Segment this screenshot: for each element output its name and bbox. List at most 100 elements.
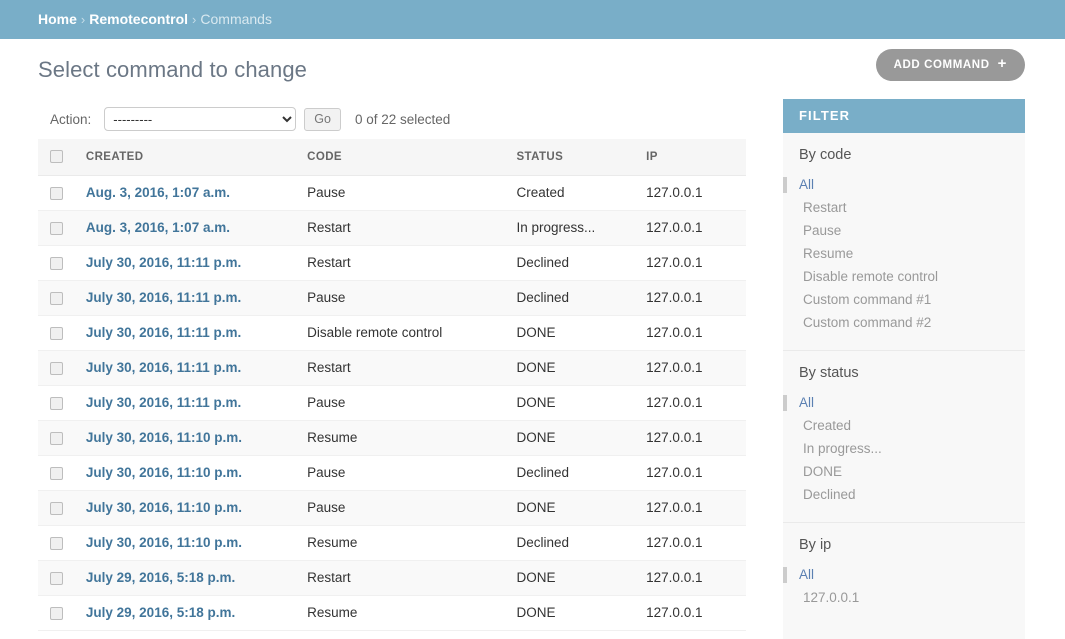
cell-created: July 30, 2016, 11:11 p.m. (85, 385, 308, 421)
cell-status: DONE (516, 560, 647, 596)
row-created-link[interactable]: July 30, 2016, 11:11 p.m. (86, 360, 241, 375)
filter-item[interactable]: 127.0.0.1 (783, 590, 1025, 606)
filter-item-link[interactable]: Pause (803, 223, 841, 238)
cell-ip: 127.0.0.1 (646, 175, 746, 211)
filter-item[interactable]: Custom command #1 (783, 292, 1025, 308)
row-created-link[interactable]: July 30, 2016, 11:10 p.m. (86, 500, 242, 515)
filter-item[interactable]: Declined (783, 487, 1025, 503)
filter-item[interactable]: All (783, 177, 1025, 193)
row-created-link[interactable]: July 30, 2016, 11:10 p.m. (86, 465, 242, 480)
row-checkbox[interactable] (50, 221, 63, 235)
filter-item[interactable]: Restart (783, 200, 1025, 216)
row-created-link[interactable]: Aug. 3, 2016, 1:07 a.m. (86, 185, 230, 200)
filter-item-link[interactable]: All (799, 177, 814, 192)
row-created-link[interactable]: July 30, 2016, 11:11 p.m. (86, 290, 241, 305)
filter-heading: By status (799, 365, 859, 381)
column-header-code[interactable]: CODE (307, 139, 517, 176)
cell-code: Pause (307, 385, 517, 421)
column-header-created[interactable]: CREATED (85, 139, 308, 176)
content-header: Select command to change Add command + (0, 39, 1065, 99)
row-created-link[interactable]: July 30, 2016, 11:11 p.m. (86, 325, 241, 340)
cell-code: Restart (307, 560, 517, 596)
action-select[interactable]: --------- (104, 107, 297, 131)
cell-code: Pause (307, 490, 517, 526)
row-checkbox[interactable] (50, 256, 63, 270)
row-checkbox[interactable] (50, 431, 63, 445)
add-command-label: Add command (893, 58, 990, 71)
cell-status: Created (516, 175, 647, 211)
cell-created: July 30, 2016, 11:11 p.m. (85, 280, 308, 316)
filter-item-link[interactable]: Resume (803, 246, 853, 261)
filter-item-link[interactable]: Created (803, 418, 851, 433)
filter-item[interactable]: Created (783, 418, 1025, 434)
cell-created: July 30, 2016, 11:11 p.m. (85, 350, 308, 386)
go-button[interactable]: Go (304, 107, 341, 131)
row-select-cell (38, 210, 86, 246)
filter-item-link[interactable]: Custom command #2 (803, 315, 931, 330)
table-row: July 30, 2016, 11:10 p.m. Pause Declined 12… (38, 455, 746, 491)
filter-item[interactable]: All (783, 395, 1025, 411)
breadcrumb-commands: Commands (200, 11, 272, 27)
row-created-link[interactable]: July 30, 2016, 11:10 p.m. (86, 535, 242, 550)
cell-ip: 127.0.0.1 (646, 385, 746, 421)
filter-item[interactable]: Disable remote control (783, 269, 1025, 285)
cell-status: DONE (516, 315, 647, 351)
row-select-cell (38, 525, 86, 561)
row-checkbox[interactable] (50, 466, 63, 480)
table-header-row: CREATED CODE STATUS IP (38, 139, 746, 176)
filter-item[interactable]: In progress... (783, 441, 1025, 457)
row-checkbox[interactable] (50, 536, 63, 550)
breadcrumb-remotecontrol[interactable]: Remotecontrol (89, 11, 188, 27)
filter-item[interactable]: Resume (783, 246, 1025, 262)
row-created-link[interactable]: Aug. 3, 2016, 1:07 a.m. (86, 220, 230, 235)
row-select-cell (38, 315, 86, 351)
filter-item-link[interactable]: Declined (803, 487, 856, 502)
select-all-header (38, 139, 86, 176)
filter-item-link[interactable]: DONE (803, 464, 842, 479)
row-checkbox[interactable] (50, 361, 63, 375)
filter-item[interactable]: Pause (783, 223, 1025, 239)
row-created-link[interactable]: July 29, 2016, 5:18 p.m. (86, 570, 235, 585)
cell-code: Restart (307, 245, 517, 281)
row-select-cell (38, 455, 86, 491)
cell-ip: 127.0.0.1 (646, 525, 746, 561)
cell-created: July 30, 2016, 11:10 p.m. (85, 420, 308, 456)
cell-created: July 30, 2016, 11:10 p.m. (85, 525, 308, 561)
filter-item[interactable]: DONE (783, 464, 1025, 480)
row-select-cell (38, 350, 86, 386)
select-all-checkbox[interactable] (50, 150, 63, 163)
row-checkbox[interactable] (50, 186, 63, 200)
cell-ip: 127.0.0.1 (646, 210, 746, 246)
filter-list: All Created In progress... DONE Declined (783, 395, 1025, 503)
cell-status: Declined (516, 525, 647, 561)
filter-item-link[interactable]: All (799, 395, 814, 410)
cell-ip: 127.0.0.1 (646, 245, 746, 281)
filter-groups: By code All Restart Pause Resume Disable remo… (783, 133, 1025, 625)
breadcrumb-home[interactable]: Home (38, 11, 77, 27)
filter-item-link[interactable]: Restart (803, 200, 847, 215)
row-checkbox[interactable] (50, 606, 63, 620)
column-header-ip[interactable]: IP (646, 139, 746, 176)
row-checkbox[interactable] (50, 291, 63, 305)
row-checkbox[interactable] (50, 396, 63, 410)
row-created-link[interactable]: July 29, 2016, 5:18 p.m. (86, 605, 235, 620)
filter-item[interactable]: Custom command #2 (783, 315, 1025, 331)
filter-item-link[interactable]: Disable remote control (803, 269, 938, 284)
filter-item-link[interactable]: All (799, 567, 814, 582)
row-created-link[interactable]: July 30, 2016, 11:10 p.m. (86, 430, 242, 445)
add-command-button[interactable]: Add command + (875, 49, 1025, 81)
cell-code: Pause (307, 455, 517, 491)
row-checkbox[interactable] (50, 571, 63, 585)
row-created-link[interactable]: July 30, 2016, 11:11 p.m. (86, 395, 241, 410)
filter-item[interactable]: All (783, 567, 1025, 583)
row-checkbox[interactable] (50, 326, 63, 340)
cell-code: Pause (307, 175, 517, 211)
filter-item-link[interactable]: 127.0.0.1 (803, 590, 859, 605)
column-header-status[interactable]: STATUS (516, 139, 647, 176)
breadcrumb: Home › Remotecontrol › Commands (0, 0, 1065, 39)
row-created-link[interactable]: July 30, 2016, 11:11 p.m. (86, 255, 241, 270)
filter-title: Filter (783, 99, 1025, 133)
filter-item-link[interactable]: In progress... (803, 441, 882, 456)
filter-item-link[interactable]: Custom command #1 (803, 292, 931, 307)
row-checkbox[interactable] (50, 501, 63, 515)
